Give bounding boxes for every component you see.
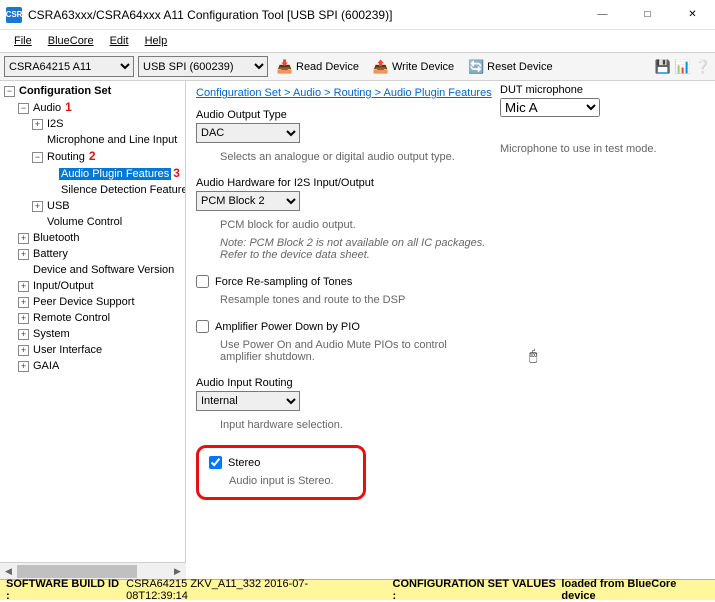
stereo-help: Audio input is Stereo. xyxy=(229,475,349,487)
hw-label: Audio Hardware for I2S Input/Output xyxy=(196,177,705,189)
tree-gaia[interactable]: +GAIA xyxy=(18,358,183,374)
tree-usb[interactable]: +USB xyxy=(32,198,183,214)
tree-bluetooth[interactable]: +Bluetooth xyxy=(18,230,183,246)
build-label: SOFTWARE BUILD ID : xyxy=(6,578,122,602)
config-tree[interactable]: −Configuration Set −Audio1 +I2S Micropho… xyxy=(0,81,186,579)
maximize-button[interactable]: □ xyxy=(625,0,670,30)
tree-peer[interactable]: +Peer Device Support xyxy=(18,294,183,310)
tree-audio[interactable]: −Audio1 +I2S Microphone and Line Input −… xyxy=(18,99,183,230)
tree-root[interactable]: −Configuration Set −Audio1 +I2S Micropho… xyxy=(4,83,183,374)
scroll-thumb[interactable] xyxy=(17,565,137,578)
minimize-button[interactable]: — xyxy=(580,0,625,30)
tree-io[interactable]: +Input/Output xyxy=(18,278,183,294)
content-pane: Configuration Set > Audio > Routing > Au… xyxy=(186,81,715,579)
expand-icon[interactable]: + xyxy=(32,201,43,212)
tree-i2s[interactable]: +I2S xyxy=(32,116,183,132)
app-icon: CSR xyxy=(6,7,22,23)
amp-powerdown-label: Amplifier Power Down by PIO xyxy=(215,321,360,333)
tree-devsw[interactable]: Device and Software Version xyxy=(18,262,183,278)
menu-edit[interactable]: Edit xyxy=(102,32,137,50)
stereo-highlight-box: Stereo Audio input is Stereo. xyxy=(196,445,366,500)
expand-icon[interactable]: + xyxy=(18,329,29,340)
stereo-label: Stereo xyxy=(228,457,260,469)
hw-select[interactable]: PCM Block 2 xyxy=(196,191,300,211)
input-routing-help: Input hardware selection. xyxy=(220,419,490,431)
expand-icon[interactable]: + xyxy=(18,361,29,372)
expand-icon[interactable]: + xyxy=(18,281,29,292)
config-value: loaded from BlueCore device xyxy=(561,578,709,602)
dut-help: Microphone to use in test mode. xyxy=(500,143,690,155)
port-select[interactable]: USB SPI (600239) xyxy=(138,56,268,77)
tree-remote[interactable]: +Remote Control xyxy=(18,310,183,326)
expand-icon[interactable]: + xyxy=(18,297,29,308)
reset-label: Reset Device xyxy=(487,61,552,73)
help-icon[interactable]: ❔ xyxy=(695,59,711,75)
expand-icon[interactable]: + xyxy=(18,249,29,260)
tree-mic-line[interactable]: Microphone and Line Input xyxy=(32,132,183,148)
save-icon[interactable]: 💾 xyxy=(655,59,671,75)
main-area: −Configuration Set −Audio1 +I2S Micropho… xyxy=(0,81,715,579)
tree-ui[interactable]: +User Interface xyxy=(18,342,183,358)
stereo-checkbox[interactable] xyxy=(209,456,222,469)
config-label: CONFIGURATION SET VALUES : xyxy=(393,578,558,602)
tree-h-scrollbar[interactable]: ◀ ▶ xyxy=(0,562,186,579)
amp-help: Use Power On and Audio Mute PIOs to cont… xyxy=(220,339,490,363)
expand-icon[interactable]: + xyxy=(18,233,29,244)
menu-file[interactable]: File xyxy=(6,32,40,50)
input-routing-select[interactable]: Internal xyxy=(196,391,300,411)
read-label: Read Device xyxy=(296,61,359,73)
status-bar: SOFTWARE BUILD ID : CSRA64215 ZKV_A11_33… xyxy=(0,579,715,600)
collapse-icon[interactable]: − xyxy=(32,152,43,163)
export-icon[interactable]: 📊 xyxy=(675,59,691,75)
crumb-routing[interactable]: Routing xyxy=(334,87,372,99)
dut-panel: DUT microphone Mic A Microphone to use i… xyxy=(500,84,690,155)
reset-device-button[interactable]: 🔄 Reset Device xyxy=(463,57,557,77)
annotation-3: 3 xyxy=(173,166,180,180)
collapse-icon[interactable]: − xyxy=(18,103,29,114)
reset-icon: 🔄 xyxy=(468,59,484,75)
menu-help[interactable]: Help xyxy=(137,32,176,50)
close-button[interactable]: ✕ xyxy=(670,0,715,30)
toolbar: CSRA64215 A11 USB SPI (600239) 📥 Read De… xyxy=(0,53,715,81)
expand-icon[interactable]: + xyxy=(18,345,29,356)
annotation-2: 2 xyxy=(89,149,96,163)
dut-label: DUT microphone xyxy=(500,84,690,96)
amp-powerdown-checkbox[interactable] xyxy=(196,320,209,333)
tree-silence-detection[interactable]: Silence Detection Feature xyxy=(46,182,183,198)
tree-audio-plugin-features[interactable]: Audio Plugin Features3 xyxy=(46,165,183,182)
hw-help: PCM block for audio output. Note: PCM Bl… xyxy=(220,219,490,261)
crumb-apf[interactable]: Audio Plugin Features xyxy=(383,87,491,99)
input-routing-label: Audio Input Routing xyxy=(196,377,705,389)
write-icon: 📤 xyxy=(373,59,389,75)
output-type-help: Selects an analogue or digital audio out… xyxy=(220,151,490,163)
force-resample-checkbox[interactable] xyxy=(196,275,209,288)
read-device-button[interactable]: 📥 Read Device xyxy=(272,57,364,77)
expand-icon[interactable]: + xyxy=(32,119,43,130)
scroll-left-icon[interactable]: ◀ xyxy=(0,563,17,579)
write-label: Write Device xyxy=(392,61,454,73)
menu-bar: File BlueCore Edit Help xyxy=(0,30,715,53)
collapse-icon[interactable]: − xyxy=(4,86,15,97)
menu-bluecore[interactable]: BlueCore xyxy=(40,32,102,50)
write-device-button[interactable]: 📤 Write Device xyxy=(368,57,459,77)
force-resample-label: Force Re-sampling of Tones xyxy=(215,276,352,288)
dut-select[interactable]: Mic A xyxy=(500,98,600,117)
annotation-1: 1 xyxy=(65,100,72,114)
title-bar: CSR CSRA63xxx/CSRA64xxx A11 Configuratio… xyxy=(0,0,715,30)
tree-volume[interactable]: Volume Control xyxy=(32,214,183,230)
force-help: Resample tones and route to the DSP xyxy=(220,294,490,306)
tree-routing[interactable]: −Routing2 Audio Plugin Features3 Silence… xyxy=(32,148,183,198)
tree-battery[interactable]: +Battery xyxy=(18,246,183,262)
window-title: CSRA63xxx/CSRA64xxx A11 Configuration To… xyxy=(28,8,580,22)
expand-icon[interactable]: + xyxy=(18,313,29,324)
scroll-right-icon[interactable]: ▶ xyxy=(169,563,186,579)
crumb-configset[interactable]: Configuration Set xyxy=(196,87,281,99)
read-icon: 📥 xyxy=(277,59,293,75)
output-type-select[interactable]: DAC xyxy=(196,123,300,143)
crumb-audio[interactable]: Audio xyxy=(293,87,321,99)
tree-system[interactable]: +System xyxy=(18,326,183,342)
chip-select[interactable]: CSRA64215 A11 xyxy=(4,56,134,77)
build-value: CSRA64215 ZKV_A11_332 2016-07-08T12:39:1… xyxy=(126,578,362,602)
